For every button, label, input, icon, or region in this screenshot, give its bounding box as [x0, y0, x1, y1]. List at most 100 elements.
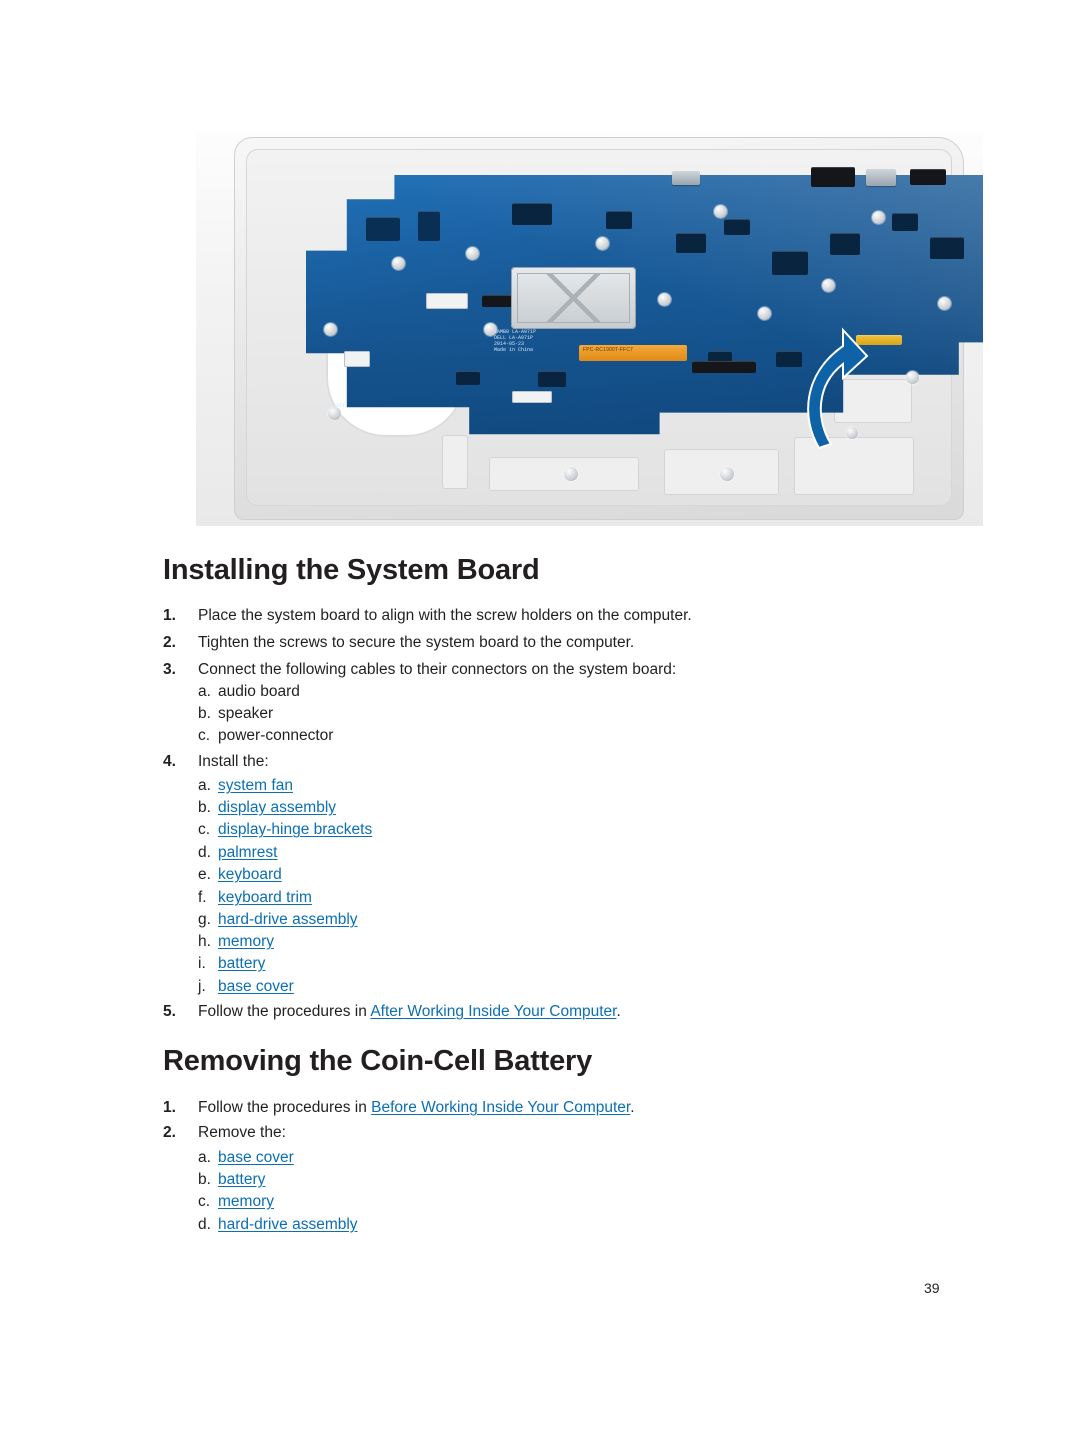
link-palmrest[interactable]: palmrest: [218, 844, 277, 861]
screw-pad: [872, 211, 885, 224]
screw-pad: [658, 293, 671, 306]
substep-item: d. palmrest: [163, 842, 963, 864]
step-text: Place the system board to align with the…: [198, 607, 692, 624]
link-base-cover[interactable]: base cover: [218, 978, 294, 995]
port-connector: [910, 169, 946, 185]
step-text: Follow the procedures in After Working I…: [198, 1001, 963, 1023]
screw-pad: [392, 257, 405, 270]
socket: [426, 293, 468, 309]
substep-text: keyboard: [218, 864, 963, 886]
step-number: 3.: [163, 661, 176, 678]
ic-chip: [418, 211, 440, 241]
substep-letter: d.: [198, 1216, 211, 1233]
flex-cable-label: FPC-RC1900T-FFC7: [583, 347, 634, 353]
link-base-cover[interactable]: base cover: [218, 1149, 294, 1166]
substep-letter: b.: [198, 1171, 211, 1188]
substep-item: d. hard-drive assembly: [163, 1214, 963, 1236]
ic-chip: [366, 217, 400, 241]
substep-letter: j.: [198, 978, 206, 995]
substep-letter: e.: [198, 866, 211, 883]
substep-letter: c.: [198, 1193, 211, 1210]
link-hard-drive-assembly[interactable]: hard-drive assembly: [218, 911, 358, 928]
socket: [512, 391, 552, 403]
substep-text: system fan: [218, 775, 963, 797]
ic-chip: [772, 251, 808, 275]
step-number: 1.: [163, 607, 176, 624]
substep-letter: c.: [198, 727, 211, 744]
substep-letter: g.: [198, 911, 211, 928]
substep-text: display assembly: [218, 797, 963, 819]
substep-item: c. display-hinge brackets: [163, 819, 963, 841]
substep-text: speaker: [218, 705, 274, 722]
link-after-working-inside-your-computer[interactable]: After Working Inside Your Computer: [370, 1003, 616, 1020]
step-text-after: .: [630, 1099, 635, 1116]
step-item: 1. Follow the procedures in Before Worki…: [163, 1097, 963, 1119]
substep-item: g. hard-drive assembly: [163, 909, 963, 931]
substep-letter: b.: [198, 799, 211, 816]
link-memory[interactable]: memory: [218, 933, 274, 950]
step-text-before: Follow the procedures in: [198, 1003, 371, 1020]
page-title-installing-system-board: Installing the System Board: [163, 554, 540, 586]
link-hard-drive-assembly[interactable]: hard-drive assembly: [218, 1216, 358, 1233]
flex-cable: FPC-RC1900T-FFC7: [579, 345, 687, 361]
link-memory[interactable]: memory: [218, 1193, 274, 1210]
substep-text: audio board: [218, 683, 300, 700]
page-number: 39: [924, 1280, 940, 1296]
page-title-removing-coin-cell-battery: Removing the Coin-Cell Battery: [163, 1045, 593, 1077]
system-board: ZAMB0 LA-A971P DELL LA-A971P 2014-05-23 …: [306, 167, 983, 445]
step-number: 5.: [163, 1003, 176, 1020]
link-system-fan[interactable]: system fan: [218, 777, 293, 794]
screw-hole: [564, 467, 578, 481]
ic-chip: [892, 213, 918, 231]
substep-letter: a.: [198, 683, 211, 700]
lift-direction-arrow: [807, 327, 869, 450]
substep-item: a. base cover: [163, 1147, 963, 1169]
screw-pad: [324, 323, 337, 336]
step-item: 3. Connect the following cables to their…: [163, 659, 963, 681]
step-number: 2.: [163, 634, 176, 651]
substep-letter: f.: [198, 889, 207, 906]
substep-text: base cover: [218, 976, 963, 998]
link-display-assembly[interactable]: display assembly: [218, 799, 336, 816]
substep-text: power-connector: [218, 727, 334, 744]
step-item: 5. Follow the procedures in After Workin…: [163, 1001, 963, 1023]
screw-pad: [822, 279, 835, 292]
substep-item: b. display assembly: [163, 797, 963, 819]
port-connector: [866, 169, 896, 186]
substep-letter: b.: [198, 705, 211, 722]
socket: [344, 351, 370, 367]
substep-item: b. speaker: [163, 703, 963, 725]
substep-letter: h.: [198, 933, 211, 950]
system-board-figure: ZAMB0 LA-A971P DELL LA-A971P 2014-05-23 …: [196, 131, 983, 526]
screw-pad: [714, 205, 727, 218]
substep-text: battery: [218, 953, 963, 975]
link-before-working-inside-your-computer[interactable]: Before Working Inside Your Computer: [371, 1099, 630, 1116]
step-number: 2.: [163, 1124, 176, 1141]
screw-pad: [758, 307, 771, 320]
screw-pad: [906, 371, 919, 384]
link-keyboard-trim[interactable]: keyboard trim: [218, 889, 312, 906]
link-battery[interactable]: battery: [218, 1171, 265, 1188]
step-text: Tighten the screws to secure the system …: [198, 634, 635, 651]
emi-shield: [511, 267, 636, 329]
substep-text: battery: [218, 1169, 963, 1191]
link-battery[interactable]: battery: [218, 955, 265, 972]
link-display-hinge-brackets[interactable]: display-hinge brackets: [218, 821, 372, 838]
ic-chip: [676, 233, 706, 253]
step-item: 2. Remove the:: [163, 1122, 963, 1144]
substep-item: j. base cover: [163, 976, 963, 998]
usb-connector: [811, 167, 855, 187]
ic-chip: [830, 233, 860, 255]
step-text-before: Follow the procedures in: [198, 1099, 372, 1116]
substep-item: i. battery: [163, 953, 963, 975]
substep-letter: i.: [198, 955, 206, 972]
substep-item: h. memory: [163, 931, 963, 953]
substep-item: c. power-connector: [163, 725, 963, 747]
step-item: 4. Install the:: [163, 751, 963, 773]
screw-hole: [720, 467, 734, 481]
substep-item: f. keyboard trim: [163, 887, 963, 909]
substep-letter: c.: [198, 821, 211, 838]
link-keyboard[interactable]: keyboard: [218, 866, 282, 883]
step-text: Remove the:: [198, 1124, 286, 1141]
substep-text: memory: [218, 931, 963, 953]
